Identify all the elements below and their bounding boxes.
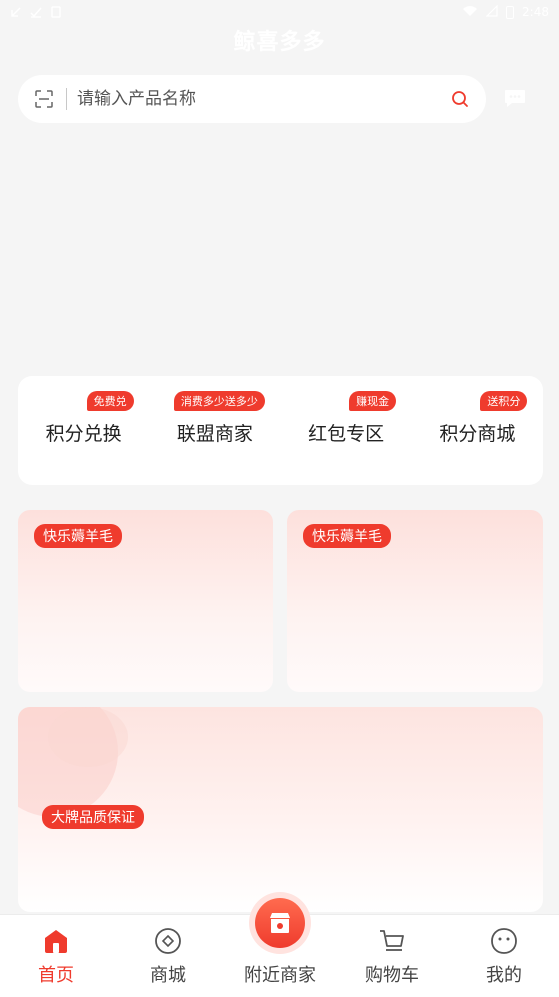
status-right: 2:48 bbox=[462, 4, 549, 20]
status-time: 2:48 bbox=[522, 5, 549, 19]
promo-tag: 快乐薅羊毛 bbox=[34, 524, 122, 548]
category-points-exchange[interactable]: 免费兑 积分兑换 bbox=[24, 376, 144, 485]
search-divider bbox=[66, 88, 67, 110]
promo-tag: 大牌品质保证 bbox=[42, 805, 144, 829]
promo-card-left[interactable]: 快乐薅羊毛 bbox=[18, 510, 273, 692]
search-bar[interactable] bbox=[18, 75, 486, 123]
store-icon bbox=[255, 898, 305, 948]
status-bar: 2:48 bbox=[0, 0, 559, 24]
category-label: 积分商城 bbox=[439, 423, 516, 445]
battery-icon bbox=[506, 5, 515, 19]
wifi-icon bbox=[462, 5, 478, 20]
category-badge: 消费多少送多少 bbox=[173, 391, 265, 411]
sim-icon bbox=[50, 6, 62, 18]
tab-label: 首页 bbox=[38, 965, 74, 986]
check-icon bbox=[30, 6, 42, 18]
home-icon bbox=[40, 925, 72, 957]
tab-label: 附近商家 bbox=[244, 965, 316, 986]
category-badge: 赚现金 bbox=[349, 391, 397, 411]
tab-label: 我的 bbox=[486, 965, 522, 986]
promo-card-right[interactable]: 快乐薅羊毛 bbox=[287, 510, 543, 692]
tab-home[interactable]: 首页 bbox=[1, 915, 111, 997]
status-left bbox=[10, 6, 62, 18]
tab-label: 商城 bbox=[150, 965, 186, 986]
download-icon bbox=[10, 6, 22, 18]
search-input[interactable] bbox=[77, 89, 450, 109]
search-icon[interactable] bbox=[450, 89, 470, 109]
tab-mine[interactable]: 我的 bbox=[449, 915, 559, 997]
tab-cart[interactable]: 购物车 bbox=[337, 915, 447, 997]
scan-icon[interactable] bbox=[34, 89, 54, 109]
category-badge: 送积分 bbox=[480, 391, 528, 411]
category-label: 红包专区 bbox=[308, 423, 385, 445]
category-label: 积分兑换 bbox=[45, 423, 122, 445]
category-label: 联盟商家 bbox=[176, 423, 253, 445]
signal-icon bbox=[485, 4, 498, 20]
message-icon[interactable] bbox=[502, 86, 528, 110]
category-red-packet-zone[interactable]: 赚现金 红包专区 bbox=[286, 376, 406, 485]
tab-label: 购物车 bbox=[365, 965, 419, 986]
mall-icon bbox=[152, 925, 184, 957]
category-points-mall[interactable]: 送积分 积分商城 bbox=[417, 376, 537, 485]
cart-icon bbox=[376, 925, 408, 957]
profile-icon bbox=[488, 925, 520, 957]
category-alliance-merchants[interactable]: 消费多少送多少 联盟商家 bbox=[155, 376, 275, 485]
promo-card-wide[interactable]: 大牌品质保证 bbox=[18, 707, 543, 912]
decoration-circle bbox=[48, 707, 128, 767]
category-card: 免费兑 积分兑换 消费多少送多少 联盟商家 赚现金 红包专区 送积分 积分商城 bbox=[18, 376, 543, 485]
promo-tag: 快乐薅羊毛 bbox=[303, 524, 391, 548]
app-title: 鲸喜多多 bbox=[233, 30, 326, 55]
nearby-merchants-button[interactable] bbox=[249, 892, 311, 954]
tab-mall[interactable]: 商城 bbox=[113, 915, 223, 997]
category-badge: 免费兑 bbox=[86, 391, 134, 411]
